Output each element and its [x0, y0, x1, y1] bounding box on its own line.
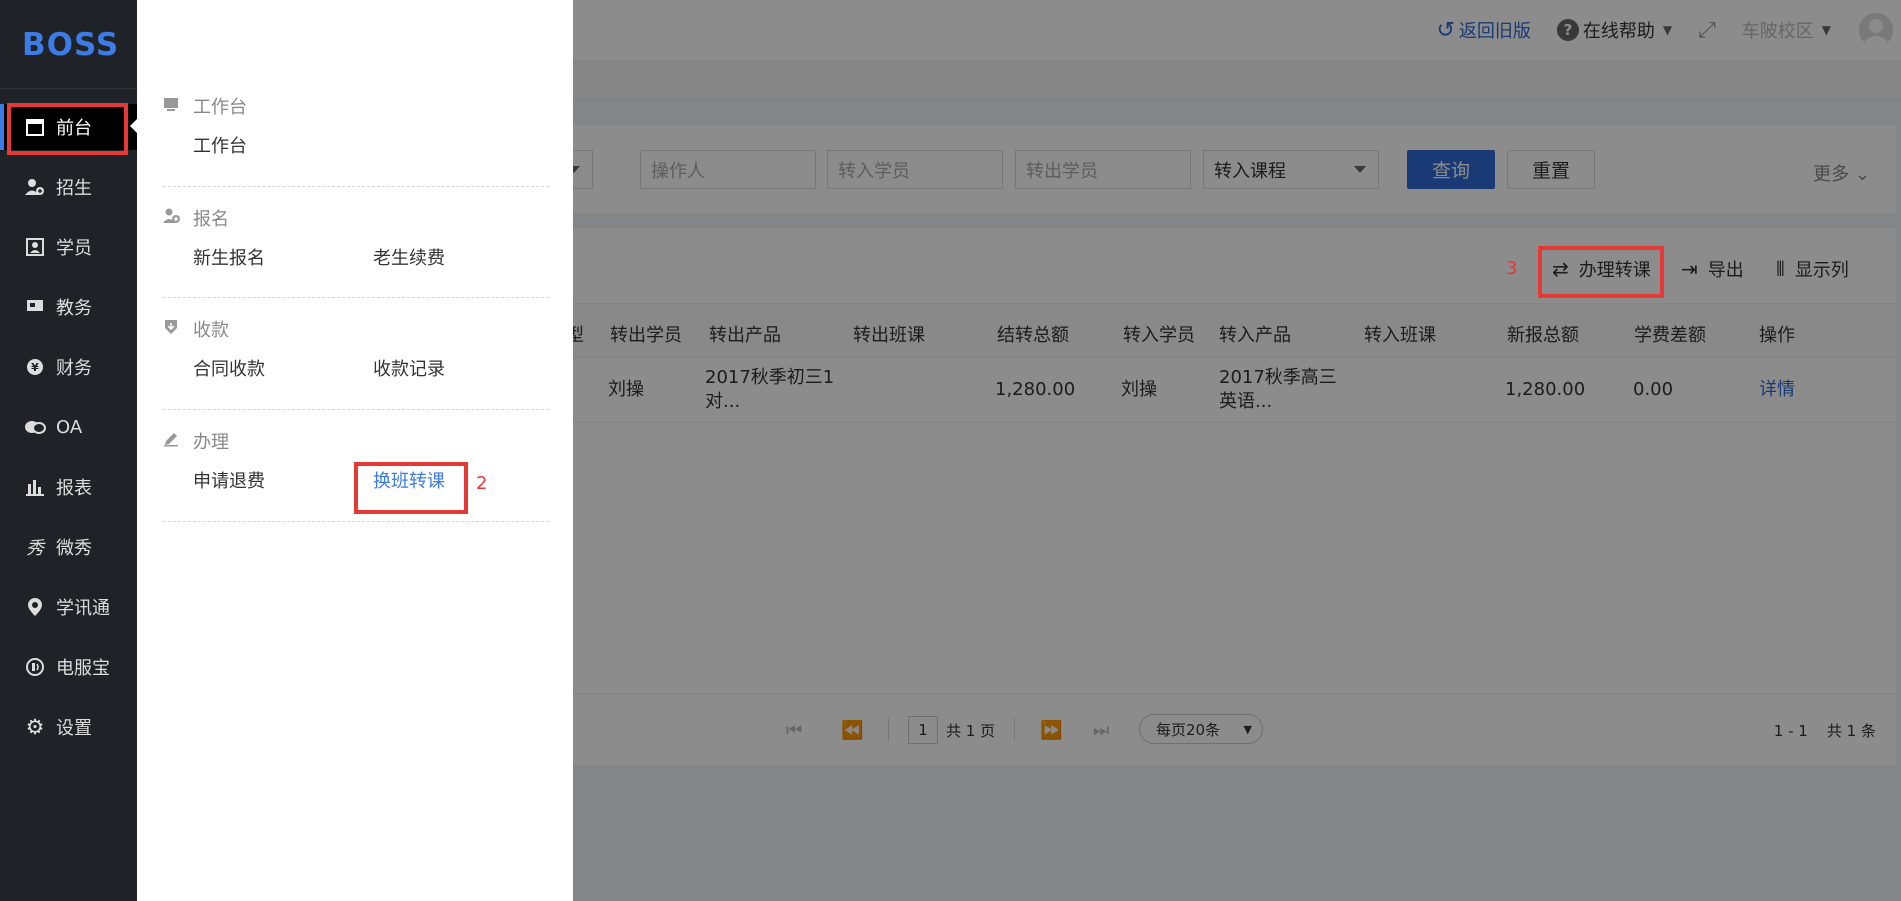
sidebar-item-dianfubao[interactable]: 电服宝 — [0, 644, 137, 690]
menu-item-new-enrollment[interactable]: 新生报名 — [193, 244, 265, 270]
menu-item-contract-payment[interactable]: 合同收款 — [193, 355, 265, 381]
sidebar-item-label: OA — [56, 416, 83, 438]
user-add-icon — [24, 178, 46, 196]
sidebar-item-settings[interactable]: ⚙ 设置 — [0, 704, 137, 750]
pencil-icon — [163, 431, 183, 451]
step-number-3: 3 — [1506, 258, 1518, 279]
book-icon — [24, 298, 46, 316]
sidebar-item-label: 招生 — [56, 178, 92, 199]
sidebar-item-xuexuntong[interactable]: 学讯通 — [0, 584, 137, 630]
menu-group-title: 办理 — [163, 427, 549, 455]
sidebar-item-label: 报表 — [56, 478, 92, 499]
step-number-2: 2 — [476, 473, 488, 494]
group-title-label: 工作台 — [193, 97, 247, 118]
monitor-icon — [163, 96, 183, 116]
menu-group-title: 工作台 — [163, 92, 549, 120]
contact-card-icon — [24, 238, 46, 256]
sidebar-item-label: 微秀 — [56, 538, 92, 559]
chat-bubbles-icon — [24, 419, 46, 435]
sidebar-item-label: 财务 — [56, 358, 92, 379]
menu-item-apply-refund[interactable]: 申请退费 — [193, 467, 265, 493]
sidebar-item-label: 学员 — [56, 238, 92, 259]
sidebar-item-oa[interactable]: OA — [0, 404, 137, 450]
highlight-change-class-transfer — [354, 462, 468, 514]
menu-group-payments: 收款 合同收款 收款记录 — [163, 315, 549, 395]
phone-icon — [24, 658, 46, 676]
gear-icon: ⚙ — [25, 715, 45, 739]
logo: BOSS — [22, 28, 118, 62]
sidebar-item-label: 电服宝 — [56, 658, 110, 679]
svg-text:¥: ¥ — [31, 361, 39, 374]
group-title-label: 报名 — [193, 209, 229, 230]
menu-group-registration: 报名 新生报名 老生续费 — [163, 204, 549, 284]
menu-group-items: 新生报名 老生续费 — [163, 244, 549, 284]
menu-group-title: 收款 — [163, 315, 549, 343]
frontdesk-menu-panel: 工作台 工作台 报名 新生报名 老生续费 收款 合同收款 收款记录 办理 申请退… — [137, 0, 573, 901]
sidebar-item-academic[interactable]: 教务 — [0, 284, 137, 330]
group-title-label: 办理 — [193, 432, 229, 453]
menu-divider — [163, 186, 549, 187]
logo-text: BOSS — [22, 27, 120, 63]
menu-divider — [163, 297, 549, 298]
menu-divider — [163, 409, 549, 410]
highlight-frontdesk — [7, 103, 128, 155]
highlight-process-transfer — [1538, 246, 1664, 298]
sidebar-item-enrollment[interactable]: 招生 — [0, 164, 137, 210]
menu-group-items: 工作台 — [163, 132, 549, 172]
download-shield-icon — [163, 319, 183, 339]
sidebar-item-label: 设置 — [56, 718, 92, 739]
sidebar-item-finance[interactable]: ¥ 财务 — [0, 344, 137, 390]
bar-chart-icon — [24, 478, 46, 496]
yen-icon: ¥ — [24, 358, 46, 376]
menu-group-items: 合同收款 收款记录 — [163, 355, 549, 395]
sidebar-item-label: 学讯通 — [56, 598, 110, 619]
menu-item-renewal[interactable]: 老生续费 — [373, 244, 445, 270]
xiu-glyph-icon: 秀 — [26, 538, 44, 559]
sidebar-item-reports[interactable]: 报表 — [0, 464, 137, 510]
user-add-icon — [163, 208, 183, 228]
menu-group-title: 报名 — [163, 204, 549, 232]
menu-item-payment-records[interactable]: 收款记录 — [373, 355, 445, 381]
sidebar-item-label: 教务 — [56, 298, 92, 319]
location-pin-icon — [24, 598, 46, 616]
menu-group-workbench: 工作台 工作台 — [163, 92, 549, 172]
menu-item-workbench[interactable]: 工作台 — [193, 132, 247, 158]
sidebar-item-weixiu[interactable]: 秀 微秀 — [0, 524, 137, 570]
menu-divider — [163, 521, 549, 522]
group-title-label: 收款 — [193, 320, 229, 341]
sidebar-divider — [0, 88, 137, 89]
sidebar-item-students[interactable]: 学员 — [0, 224, 137, 270]
